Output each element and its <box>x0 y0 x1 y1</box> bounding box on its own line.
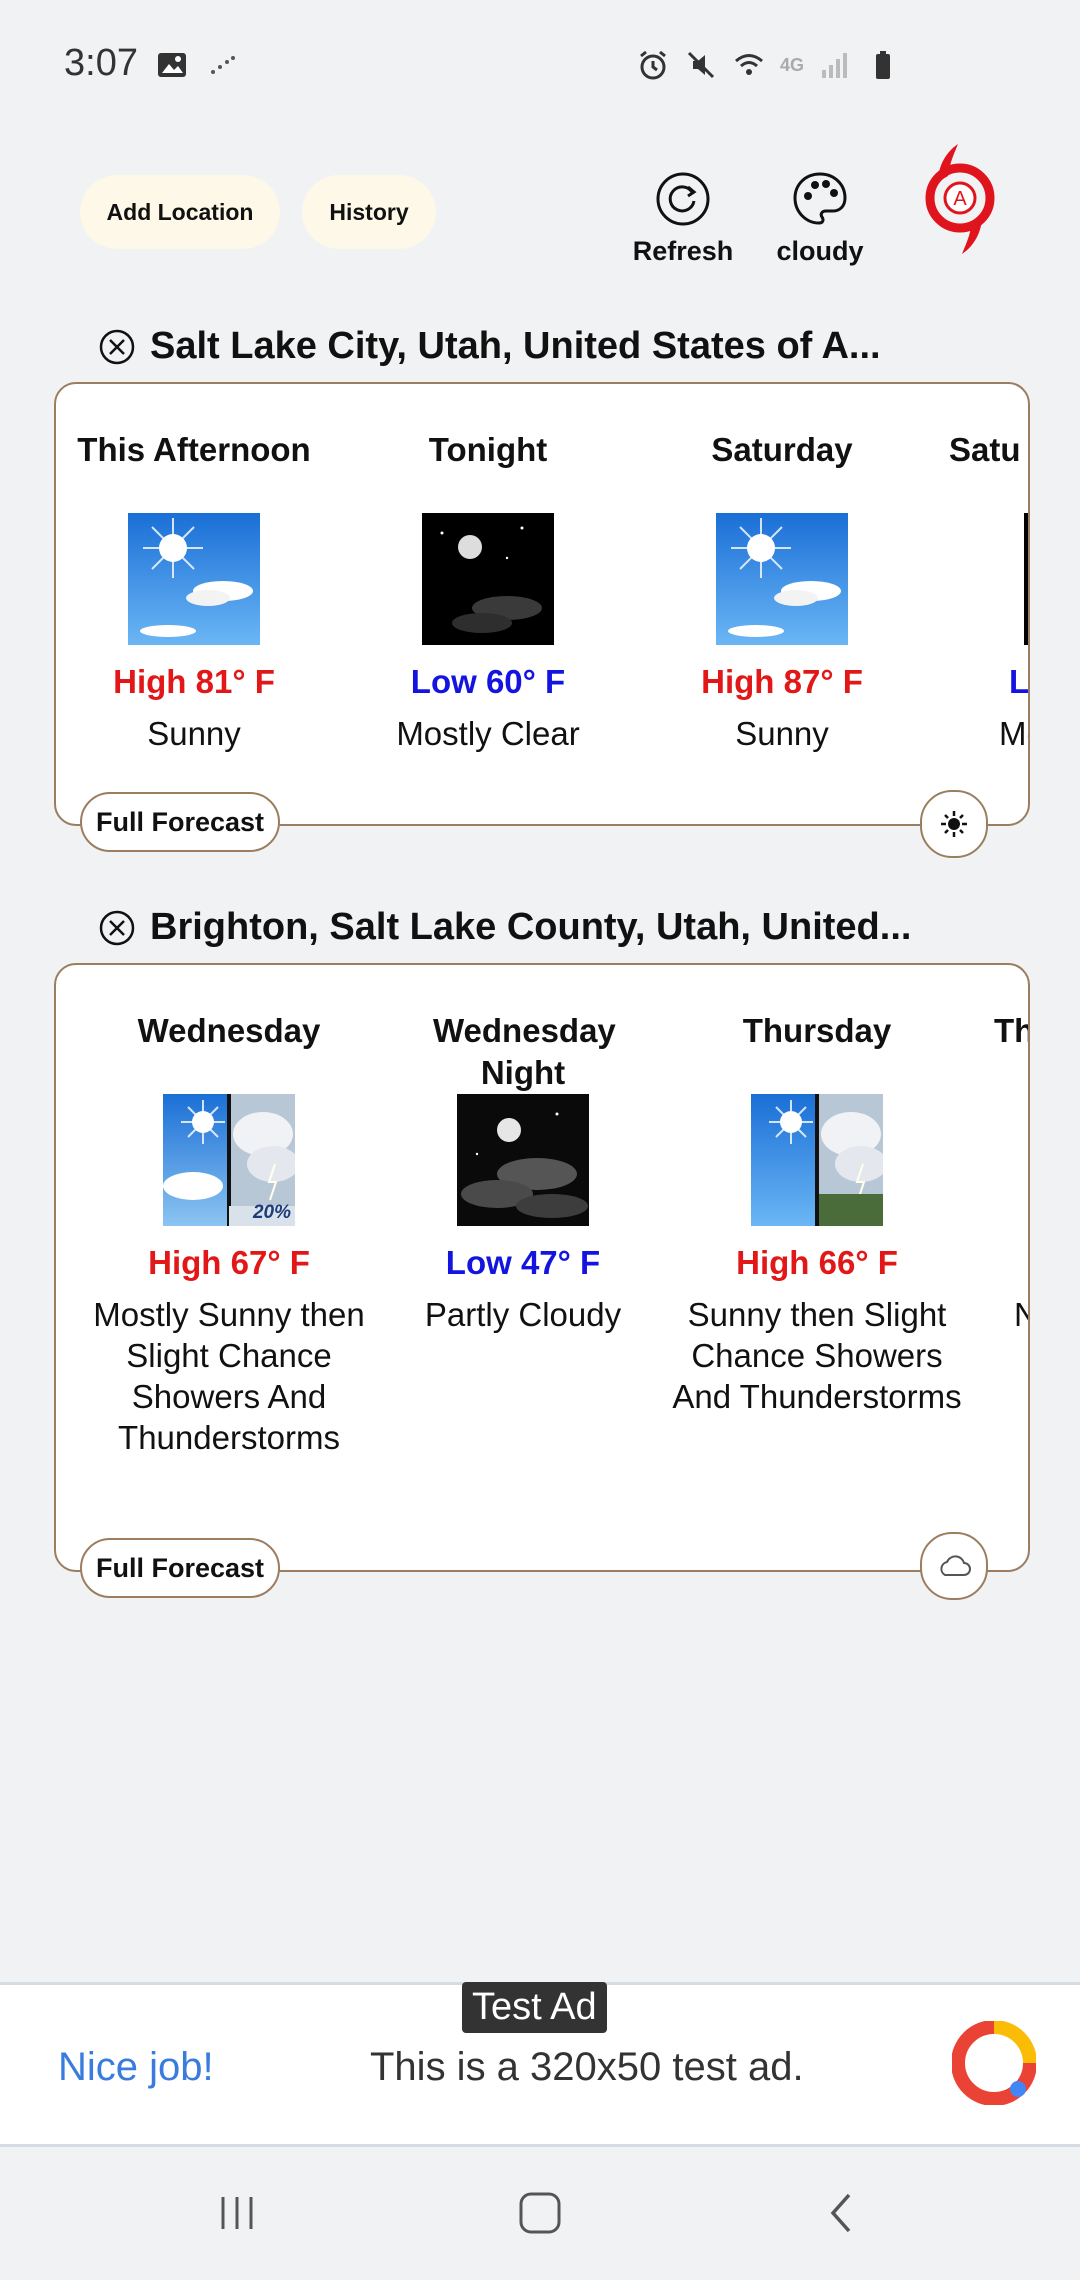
ad-headline[interactable]: Nice job! <box>58 2045 214 2090</box>
recent-apps-icon[interactable] <box>192 2178 282 2248</box>
period-name: Satu <box>949 431 1021 468</box>
alarm-icon <box>640 50 666 80</box>
forecast-period: Satu Lo Mo <box>929 384 1030 754</box>
location-name: Brighton, Salt Lake County, Utah, United… <box>150 906 912 948</box>
period-temperature: Low 60° F <box>410 663 566 700</box>
forecast-period: Thursday High 66° F Sunny then Slight Ch… <box>670 965 964 1417</box>
remove-location-icon[interactable] <box>98 328 136 366</box>
forecast-card-2: Wednesday 20% High 67° F Mostly Sunny th… <box>54 963 1030 1572</box>
weather-image-sunny-then-storm: 20% <box>163 1094 295 1226</box>
cloud-icon[interactable] <box>920 1532 988 1600</box>
status-bar: 3:07 4G <box>0 0 1080 130</box>
period-description: Sunny <box>735 715 829 752</box>
hurricane-logo-icon[interactable]: A <box>922 140 998 258</box>
remove-location-icon[interactable] <box>98 909 136 947</box>
refresh-icon <box>656 172 710 226</box>
mute-icon <box>687 51 715 79</box>
precip-chance: 20% <box>252 1202 291 1223</box>
weather-image-night <box>1024 513 1028 645</box>
period-name: Thursday <box>742 1012 892 1049</box>
period-description: Sunny then Slight Chance Showers And Thu… <box>672 1296 962 1415</box>
navigation-bar <box>0 2150 1080 2280</box>
period-temperature: High 87° F <box>701 663 863 700</box>
theme-label: cloudy <box>776 236 864 266</box>
period-temperature: High 66° F <box>736 1244 898 1281</box>
period-description: Sunny <box>147 715 241 752</box>
weather-image-sunny <box>128 513 260 645</box>
ad-label: Test Ad <box>462 1982 607 2033</box>
period-name: This Afternoon <box>77 431 311 468</box>
forecast-period: Wednesday 20% High 67° F Mostly Sunny th… <box>82 965 376 1458</box>
forecast-period: Tonight Low 60° F Mostly Clear <box>341 384 635 754</box>
refresh-label: Refresh <box>632 236 734 266</box>
period-name: Wednesday Night <box>433 1012 616 1091</box>
forecast-period: Th N <box>964 965 1028 1335</box>
full-forecast-button[interactable]: Full Forecast <box>80 1538 280 1598</box>
theme-button[interactable]: cloudy <box>755 170 885 267</box>
period-temperature: High 67° F <box>148 1244 310 1281</box>
back-icon[interactable] <box>797 2178 887 2248</box>
history-button[interactable]: History <box>302 175 436 249</box>
ad-logo-icon <box>952 2021 1036 2105</box>
period-temperature: Lo <box>1009 663 1030 700</box>
signal-tracker-icon <box>211 56 235 74</box>
4g-icon: 4G <box>779 54 804 75</box>
home-icon[interactable] <box>495 2178 585 2248</box>
sun-icon[interactable] <box>920 790 988 858</box>
period-description: Mostly Sunny then Slight Chance Showers … <box>93 1296 365 1456</box>
wifi-icon <box>735 54 763 75</box>
image-icon <box>158 53 186 77</box>
forecast-card-1: This Afternoon High 81° F Sunny Tonight … <box>54 382 1030 826</box>
period-name: Tonight <box>428 431 548 468</box>
period-name: Wednesday <box>137 1012 321 1049</box>
add-location-button[interactable]: Add Location <box>80 175 280 249</box>
period-name: Saturday <box>711 431 853 468</box>
refresh-button[interactable]: Refresh <box>618 170 748 267</box>
weather-image-sunny <box>716 513 848 645</box>
forecast-period: Wednesday Night Low 47° F Partly Cloudy <box>376 965 670 1335</box>
period-name: Th <box>994 1012 1028 1049</box>
weather-image-partly-cloudy-night <box>457 1094 589 1226</box>
svg-text:A: A <box>953 188 967 210</box>
location-name: Salt Lake City, Utah, United States of A… <box>150 325 881 367</box>
period-temperature: High 81° F <box>113 663 275 700</box>
signal-icon <box>822 53 847 78</box>
weather-image-clear-night <box>422 513 554 645</box>
forecast-period: This Afternoon High 81° F Sunny <box>56 384 341 754</box>
period-description: Mostly Clear <box>396 715 580 752</box>
ad-body: This is a 320x50 test ad. <box>370 2045 804 2089</box>
period-temperature: Low 47° F <box>445 1244 601 1281</box>
full-forecast-button[interactable]: Full Forecast <box>80 792 280 852</box>
palette-icon <box>793 172 847 225</box>
weather-image-sunny-then-storm <box>751 1094 883 1226</box>
period-description: Mo <box>999 715 1028 752</box>
forecast-period: Saturday High 87° F Sunny <box>635 384 929 754</box>
period-description: Partly Cloudy <box>424 1296 622 1333</box>
battery-icon <box>876 51 890 79</box>
location-title-2: Brighton, Salt Lake County, Utah, United… <box>98 906 911 949</box>
location-title-1: Salt Lake City, Utah, United States of A… <box>98 325 881 368</box>
period-description: N <box>994 1294 1028 1335</box>
status-time: 3:07 <box>64 42 138 84</box>
